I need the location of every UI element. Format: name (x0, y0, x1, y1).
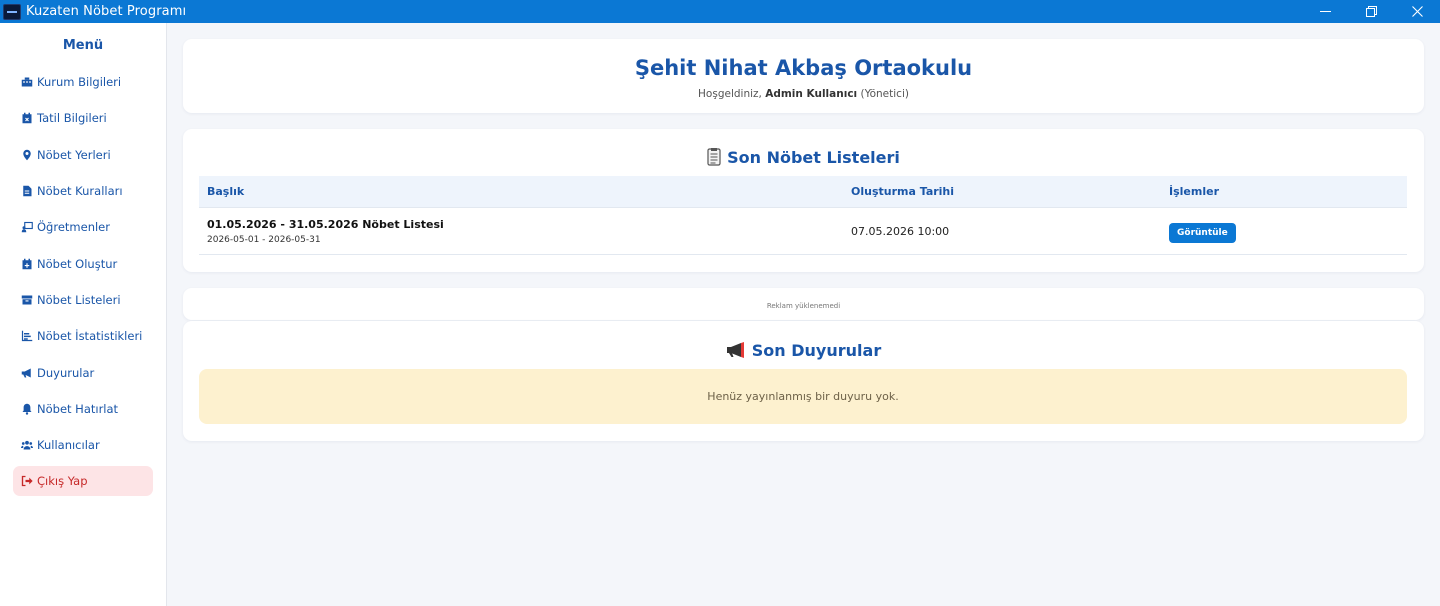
page-title: Şehit Nihat Akbaş Ortaokulu (634, 56, 973, 80)
building-icon (21, 77, 33, 87)
welcome-text: Hoşgeldiniz, Admin Kullanıcı (Yönetici) (183, 88, 1424, 100)
megaphone-icon (726, 342, 744, 358)
minimize-button[interactable] (1302, 0, 1348, 23)
archive-icon (21, 295, 33, 305)
sidebar-item-label: Nöbet İstatistikleri (37, 329, 143, 344)
close-button[interactable] (1394, 0, 1440, 23)
sidebar-item-nobet-listeleri[interactable]: Nöbet Listeleri (0, 282, 166, 318)
sidebar-item-label: Kullanıcılar (37, 438, 100, 453)
announcements-empty-text: Henüz yayınlanmış bir duyuru yok. (707, 390, 899, 403)
sidebar-item-label: Duyurular (37, 365, 95, 380)
bell-icon (22, 403, 32, 415)
welcome-prefix: Hoşgeldiniz, (698, 88, 762, 100)
app-logo-icon (3, 3, 21, 20)
sidebar-item-label: Nöbet Listeleri (37, 292, 121, 307)
users-icon (21, 440, 33, 450)
sidebar-item-kurum-bilgileri[interactable]: Kurum Bilgileri (0, 64, 166, 100)
sidebar-item-nobet-yerleri[interactable]: Nöbet Yerleri (0, 137, 166, 173)
teacher-icon (21, 222, 33, 233)
sidebar-item-label: Tatil Bilgileri (37, 111, 107, 126)
sidebar-item-label: Öğretmenler (37, 220, 110, 235)
sidebar-item-nobet-istatistikleri[interactable]: Nöbet İstatistikleri (0, 318, 166, 354)
window-title: Kuzaten Nöbet Programı (26, 4, 187, 19)
menu-title: Menü (62, 38, 104, 53)
user-name: Admin Kullanıcı (765, 88, 858, 100)
sidebar-item-nobet-kurallari[interactable]: Nöbet Kuralları (0, 173, 166, 209)
sidebar-item-tatil-bilgileri[interactable]: Tatil Bilgileri (0, 100, 166, 136)
close-icon (1411, 6, 1423, 17)
minimize-icon (1319, 11, 1331, 12)
logout-button[interactable]: Çıkış Yap (13, 466, 153, 497)
row-actions-cell: Görüntüle (1169, 220, 1407, 243)
column-header-title: Başlık (207, 185, 245, 198)
window-controls (1302, 0, 1440, 23)
sidebar-item-label: Nöbet Oluştur (37, 256, 118, 271)
announcements-title-text: Son Duyurular (751, 340, 882, 360)
sidebar-item-label: Nöbet Hatırlat (37, 401, 119, 416)
restore-icon (1365, 6, 1377, 17)
announcements-title: Son Duyurular (183, 339, 1424, 361)
row-title-cell: 01.05.2026 - 31.05.2026 Nöbet Listesi 20… (199, 218, 851, 245)
school-header-card: Şehit Nihat Akbaş Ortaokulu Hoşgeldiniz,… (183, 39, 1424, 113)
sidebar-item-label: Nöbet Yerleri (37, 147, 111, 162)
recent-lists-title-text: Son Nöbet Listeleri (727, 147, 900, 167)
recent-lists-card: Son Nöbet Listeleri Başlık Oluşturma Tar… (183, 129, 1424, 272)
list-title: 01.05.2026 - 31.05.2026 Nöbet Listesi (207, 217, 444, 231)
clipboard-list-icon (707, 148, 721, 166)
file-icon (23, 185, 32, 197)
announcements-card: Son Duyurular Henüz yayınlanmış bir duyu… (183, 321, 1424, 441)
recent-lists-table: Başlık Oluşturma Tarihi İşlemler 01.05.2… (199, 176, 1407, 255)
sign-out-icon (21, 476, 33, 487)
list-date-range: 2026-05-01 - 2026-05-31 (207, 234, 321, 245)
title-bar[interactable]: Kuzaten Nöbet Programı (0, 0, 1440, 23)
list-created-date: 07.05.2026 10:00 (851, 224, 950, 238)
megaphone-icon (21, 368, 31, 378)
sidebar-nav: Kurum Bilgileri Tatil Bilgileri Nöbet Ye… (0, 64, 166, 497)
column-header-created: Oluşturma Tarihi (851, 185, 955, 198)
ad-banner: Reklam yüklenemedi (183, 288, 1424, 320)
calendar-plus-icon (22, 258, 32, 269)
user-role: (Yönetici) (860, 88, 909, 100)
sidebar-item-nobet-hatirlat[interactable]: Nöbet Hatırlat (0, 391, 166, 427)
sidebar-item-kullanicilar[interactable]: Kullanıcılar (0, 427, 166, 463)
chart-icon (21, 330, 33, 342)
ad-status-text: Reklam yüklenemedi (766, 302, 841, 310)
restore-button[interactable] (1348, 0, 1394, 23)
sidebar-item-nobet-olustur[interactable]: Nöbet Oluştur (0, 245, 166, 281)
sidebar-item-ogretmenler[interactable]: Öğretmenler (0, 209, 166, 245)
calendar-x-icon (22, 113, 32, 124)
table-header: Başlık Oluşturma Tarihi İşlemler (199, 176, 1407, 208)
logout-label: Çıkış Yap (37, 474, 88, 489)
column-header-actions: İşlemler (1169, 185, 1219, 198)
view-list-button[interactable]: Görüntüle (1169, 222, 1236, 243)
map-pin-icon (23, 149, 31, 160)
sidebar: Menü Kurum Bilgileri Tatil Bilgileri Nöb… (0, 23, 167, 606)
sidebar-item-label: Nöbet Kuralları (37, 184, 123, 199)
table-row: 01.05.2026 - 31.05.2026 Nöbet Listesi 20… (199, 208, 1407, 255)
recent-lists-title: Son Nöbet Listeleri (183, 146, 1424, 168)
sidebar-item-duyurular[interactable]: Duyurular (0, 354, 166, 390)
sidebar-item-label: Kurum Bilgileri (37, 75, 122, 90)
announcements-empty-notice: Henüz yayınlanmış bir duyuru yok. (199, 369, 1407, 424)
